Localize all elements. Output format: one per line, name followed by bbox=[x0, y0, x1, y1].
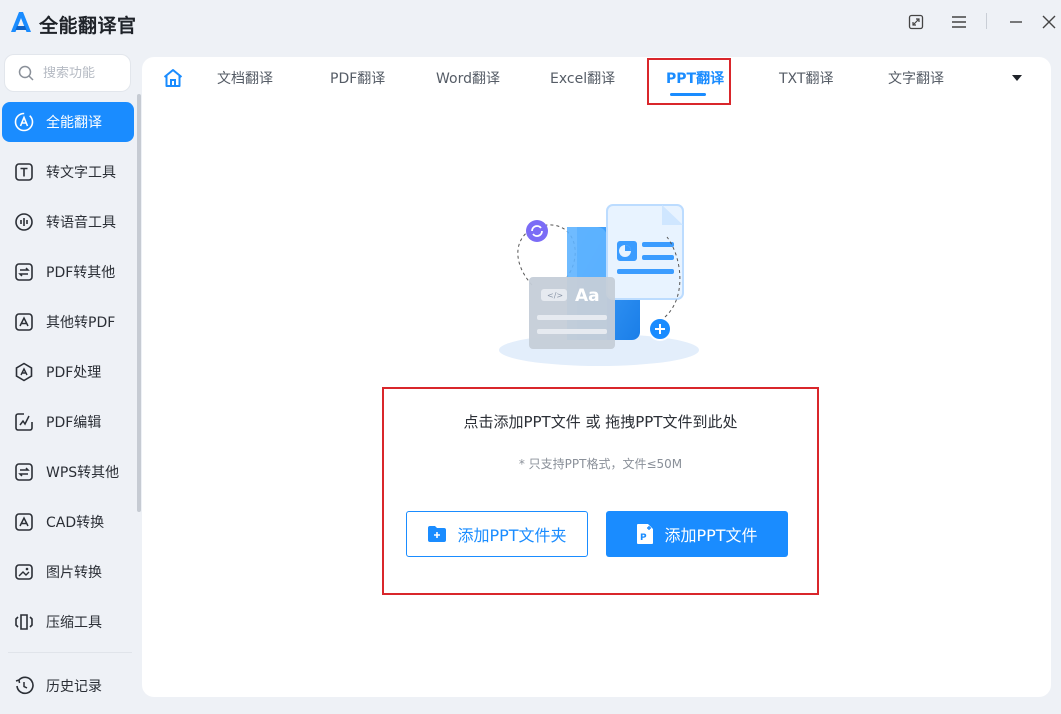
sidebar-item-pdf-edit[interactable]: PDF编辑 bbox=[2, 402, 134, 442]
app-logo-icon bbox=[11, 12, 31, 32]
svg-text:</>: </> bbox=[547, 291, 563, 300]
translate-icon bbox=[13, 111, 35, 133]
sidebar-item-history[interactable]: 历史记录 bbox=[2, 666, 134, 706]
add-ppt-file-button[interactable]: P 添加PPT文件 bbox=[606, 511, 788, 557]
compress-icon bbox=[13, 611, 35, 633]
sidebar-item-label: CAD转换 bbox=[46, 515, 105, 531]
pdf-process-icon bbox=[13, 361, 35, 383]
sidebar-item-pdf-to-other[interactable]: PDF转其他 bbox=[2, 252, 134, 292]
sidebar-item-label: 转语音工具 bbox=[46, 215, 116, 231]
tab-highlight-box bbox=[647, 58, 731, 105]
title-separator bbox=[986, 13, 987, 29]
sidebar-item-all-translate[interactable]: 全能翻译 bbox=[2, 102, 134, 142]
text-tool-icon bbox=[13, 161, 35, 183]
sidebar-item-label: WPS转其他 bbox=[46, 465, 120, 481]
drop-zone-title: 点击添加PPT文件 或 拖拽PPT文件到此处 bbox=[463, 413, 738, 431]
svg-text:P: P bbox=[640, 533, 647, 543]
restore-icon[interactable] bbox=[906, 12, 926, 32]
folder-add-icon bbox=[427, 525, 447, 543]
main-panel: 文档翻译 PDF翻译 Word翻译 Excel翻译 PPT翻译 TXT翻译 文字… bbox=[142, 57, 1051, 697]
sidebar-item-compress[interactable]: 压缩工具 bbox=[2, 602, 134, 642]
to-pdf-icon bbox=[13, 311, 35, 333]
tab-word-translate[interactable]: Word翻译 bbox=[436, 68, 500, 88]
history-section: 历史记录 bbox=[2, 666, 134, 714]
tab-excel-translate[interactable]: Excel翻译 bbox=[550, 68, 615, 88]
sidebar-item-label: PDF处理 bbox=[46, 365, 102, 381]
search-box[interactable] bbox=[4, 54, 131, 92]
app-title: 全能翻译官 bbox=[39, 15, 137, 37]
tab-pdf-translate[interactable]: PDF翻译 bbox=[330, 68, 385, 88]
sidebar: 全能翻译 转文字工具 转语音工具 PDF转其他 其他转PDF bbox=[0, 46, 142, 714]
sidebar-item-label: PDF转其他 bbox=[46, 265, 116, 281]
pdf-edit-icon bbox=[13, 411, 35, 433]
sidebar-item-label: 转文字工具 bbox=[46, 165, 116, 181]
minimize-icon[interactable] bbox=[1006, 12, 1026, 32]
sidebar-item-wps-to-other[interactable]: WPS转其他 bbox=[2, 452, 134, 492]
tab-text-translate[interactable]: 文字翻译 bbox=[888, 68, 944, 88]
pdf-convert-icon bbox=[13, 261, 35, 283]
sidebar-item-label: 其他转PDF bbox=[46, 315, 116, 331]
sidebar-item-label: 全能翻译 bbox=[46, 115, 102, 131]
sidebar-item-label: 压缩工具 bbox=[46, 615, 102, 631]
close-icon[interactable] bbox=[1039, 12, 1059, 32]
sidebar-divider bbox=[8, 652, 132, 653]
sidebar-scrollbar[interactable] bbox=[137, 94, 141, 512]
add-ppt-folder-button[interactable]: 添加PPT文件夹 bbox=[406, 511, 588, 557]
drop-zone-note: * 只支持PPT格式，文件≤50M bbox=[518, 457, 683, 471]
sidebar-item-label: 历史记录 bbox=[46, 679, 102, 695]
sidebar-item-cad-convert[interactable]: CAD转换 bbox=[2, 502, 134, 542]
sidebar-item-pdf-process[interactable]: PDF处理 bbox=[2, 352, 134, 392]
sidebar-item-other-to-pdf[interactable]: 其他转PDF bbox=[2, 302, 134, 342]
more-tabs-dropdown-icon[interactable] bbox=[1010, 73, 1024, 83]
svg-text:Aa: Aa bbox=[575, 286, 600, 306]
tab-txt-translate[interactable]: TXT翻译 bbox=[779, 68, 833, 88]
sidebar-item-voice-tool[interactable]: 转语音工具 bbox=[2, 202, 134, 242]
home-icon[interactable] bbox=[162, 67, 184, 89]
upload-illustration: </> Aa bbox=[499, 204, 699, 366]
title-bar: 全能翻译官 bbox=[0, 0, 1061, 46]
image-convert-icon bbox=[13, 561, 35, 583]
search-input[interactable] bbox=[43, 65, 123, 81]
tab-bar: 文档翻译 PDF翻译 Word翻译 Excel翻译 PPT翻译 TXT翻译 文字… bbox=[142, 57, 1051, 105]
add-ppt-file-label: 添加PPT文件 bbox=[664, 526, 758, 545]
sidebar-item-label: 图片转换 bbox=[46, 565, 102, 581]
sidebar-item-image-convert[interactable]: 图片转换 bbox=[2, 552, 134, 592]
wps-convert-icon bbox=[13, 461, 35, 483]
cad-convert-icon bbox=[13, 511, 35, 533]
ppt-file-icon: P bbox=[636, 523, 654, 545]
sidebar-nav: 全能翻译 转文字工具 转语音工具 PDF转其他 其他转PDF PDF处理 PDF… bbox=[2, 102, 134, 652]
history-icon bbox=[13, 675, 35, 697]
sidebar-item-label: PDF编辑 bbox=[46, 415, 102, 431]
search-icon bbox=[18, 65, 34, 81]
file-drop-zone[interactable]: 点击添加PPT文件 或 拖拽PPT文件到此处 * 只支持PPT格式，文件≤50M… bbox=[382, 387, 819, 595]
voice-tool-icon bbox=[13, 211, 35, 233]
tab-doc-translate[interactable]: 文档翻译 bbox=[217, 68, 273, 88]
menu-icon[interactable] bbox=[949, 12, 969, 32]
add-ppt-folder-label: 添加PPT文件夹 bbox=[457, 526, 567, 545]
sidebar-item-text-tool[interactable]: 转文字工具 bbox=[2, 152, 134, 192]
